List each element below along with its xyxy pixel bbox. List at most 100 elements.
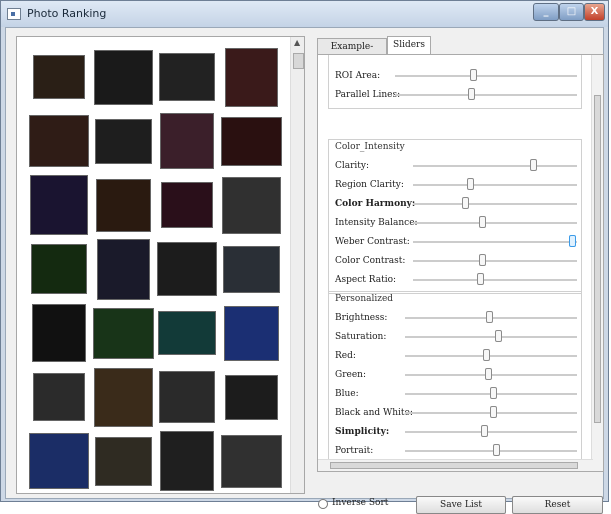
photo-thumbnail[interactable]	[157, 242, 217, 296]
close-button[interactable]: X	[584, 3, 605, 21]
photo-thumbnail[interactable]	[224, 374, 278, 420]
photo-thumbnail[interactable]	[94, 436, 152, 486]
slider-knob[interactable]	[484, 368, 492, 380]
slider-knob[interactable]	[489, 387, 497, 399]
photo-thumbnail[interactable]	[221, 176, 281, 234]
slider-knob[interactable]	[478, 216, 486, 228]
photo-thumbnail[interactable]	[95, 178, 151, 232]
slider-label: Black and White:	[335, 408, 413, 418]
scroll-up-icon[interactable]: ▲	[294, 38, 300, 47]
slider-track[interactable]	[405, 336, 577, 338]
slider-knob[interactable]	[482, 349, 490, 361]
slider-knob[interactable]	[494, 330, 502, 342]
tab-example-based[interactable]: Example-based	[317, 38, 387, 68]
slider-knob[interactable]	[489, 406, 497, 418]
photo-gallery: ▲	[16, 36, 305, 494]
panel-vertical-scroll-thumb[interactable]	[594, 95, 601, 423]
minimize-button[interactable]: _	[533, 3, 559, 21]
slider-knob[interactable]	[569, 235, 577, 247]
slider-knob[interactable]	[493, 444, 501, 456]
slider-track[interactable]	[413, 241, 577, 243]
slider-track[interactable]	[413, 222, 577, 224]
bottom-controls: Inverse Sort Save List Reset	[316, 496, 603, 514]
slider-knob[interactable]	[477, 273, 485, 285]
slider-label: ROI Area:	[335, 71, 381, 81]
photo-thumbnail[interactable]	[93, 49, 153, 105]
slider-knob[interactable]	[481, 425, 489, 437]
slider-knob[interactable]	[468, 88, 476, 100]
slider-track[interactable]	[413, 260, 577, 262]
photo-thumbnail[interactable]	[31, 244, 87, 294]
gallery-scrollbar[interactable]: ▲	[290, 37, 304, 493]
group-color-intensity: Color_Intensity Clarity: Region Clarity: Co…	[328, 139, 582, 294]
slider-row: Color Contrast:	[335, 253, 577, 269]
slider-knob[interactable]	[529, 159, 537, 171]
group-title: Personalized	[335, 294, 394, 304]
reset-button[interactable]: Reset	[512, 496, 603, 514]
title-bar[interactable]: Photo Ranking _ □ X	[1, 1, 608, 27]
slider-row: Parallel Lines:	[335, 87, 577, 103]
slider-knob[interactable]	[486, 311, 494, 323]
slider-row: Red:	[335, 348, 577, 364]
photo-thumbnail[interactable]	[92, 307, 154, 359]
photo-thumbnail[interactable]	[223, 305, 279, 361]
panel-vertical-scrollbar[interactable]	[591, 55, 603, 471]
tab-sliders[interactable]: Sliders	[387, 36, 431, 54]
slider-knob[interactable]	[462, 197, 470, 209]
photo-thumbnail[interactable]	[220, 434, 282, 488]
photo-thumbnail[interactable]	[159, 53, 215, 101]
slider-track[interactable]	[405, 355, 577, 357]
slider-label: Region Clarity:	[335, 180, 404, 190]
photo-thumbnail[interactable]	[222, 245, 280, 293]
slider-track[interactable]	[413, 165, 577, 167]
photo-thumbnail[interactable]	[220, 116, 282, 166]
slider-row: Portrait:	[335, 443, 577, 459]
photo-thumbnail[interactable]	[224, 47, 278, 107]
photo-thumbnail[interactable]	[160, 113, 214, 169]
photo-thumbnail[interactable]	[29, 115, 89, 167]
slider-track[interactable]	[413, 279, 577, 281]
slider-track[interactable]	[405, 450, 577, 452]
photo-thumbnail[interactable]	[93, 367, 153, 427]
slider-label: Aspect Ratio:	[335, 275, 397, 285]
slider-label: Intensity Balance:	[335, 218, 418, 228]
slider-row: Black and White:	[335, 405, 577, 421]
panel-horizontal-scroll-thumb[interactable]	[330, 462, 578, 469]
maximize-button[interactable]: □	[559, 3, 584, 21]
gallery-scroll-thumb[interactable]	[293, 53, 304, 69]
save-list-button[interactable]: Save List	[416, 496, 506, 514]
group-personalized: Personalized Brightness: Saturation: Red: Gr…	[328, 291, 582, 465]
photo-thumbnail[interactable]	[160, 431, 214, 491]
app-icon	[7, 8, 21, 20]
panel-horizontal-scrollbar[interactable]	[318, 459, 593, 471]
photo-thumbnail[interactable]	[161, 182, 213, 228]
slider-row: Blue:	[335, 386, 577, 402]
slider-track[interactable]	[413, 203, 577, 205]
slider-row: Green:	[335, 367, 577, 383]
photo-thumbnail[interactable]	[32, 304, 86, 362]
slider-label: Red:	[335, 351, 356, 361]
photo-thumbnail[interactable]	[158, 311, 216, 355]
slider-row: Intensity Balance:	[335, 215, 577, 231]
app-window: Photo Ranking _ □ X ▲ Example-based Slid…	[0, 0, 609, 514]
photo-thumbnail[interactable]	[94, 118, 152, 164]
photo-thumbnail[interactable]	[159, 371, 215, 423]
slider-knob[interactable]	[470, 69, 478, 81]
photo-thumbnail[interactable]	[96, 238, 150, 300]
photo-thumbnail[interactable]	[30, 175, 88, 235]
slider-track[interactable]	[395, 75, 577, 77]
photo-thumbnail[interactable]	[33, 55, 85, 99]
group-title: Color_Intensity	[335, 142, 405, 152]
inverse-sort-label: Inverse Sort	[332, 498, 389, 508]
slider-label: Portrait:	[335, 446, 374, 456]
slider-knob[interactable]	[467, 178, 475, 190]
slider-track[interactable]	[413, 184, 577, 186]
photo-thumbnail[interactable]	[33, 373, 85, 421]
slider-row: Saturation:	[335, 329, 577, 345]
slider-track[interactable]	[405, 431, 577, 433]
slider-label: Color Contrast:	[335, 256, 406, 266]
slider-track[interactable]	[395, 94, 577, 96]
slider-knob[interactable]	[478, 254, 486, 266]
inverse-sort-radio[interactable]	[318, 499, 328, 509]
photo-thumbnail[interactable]	[29, 433, 89, 489]
